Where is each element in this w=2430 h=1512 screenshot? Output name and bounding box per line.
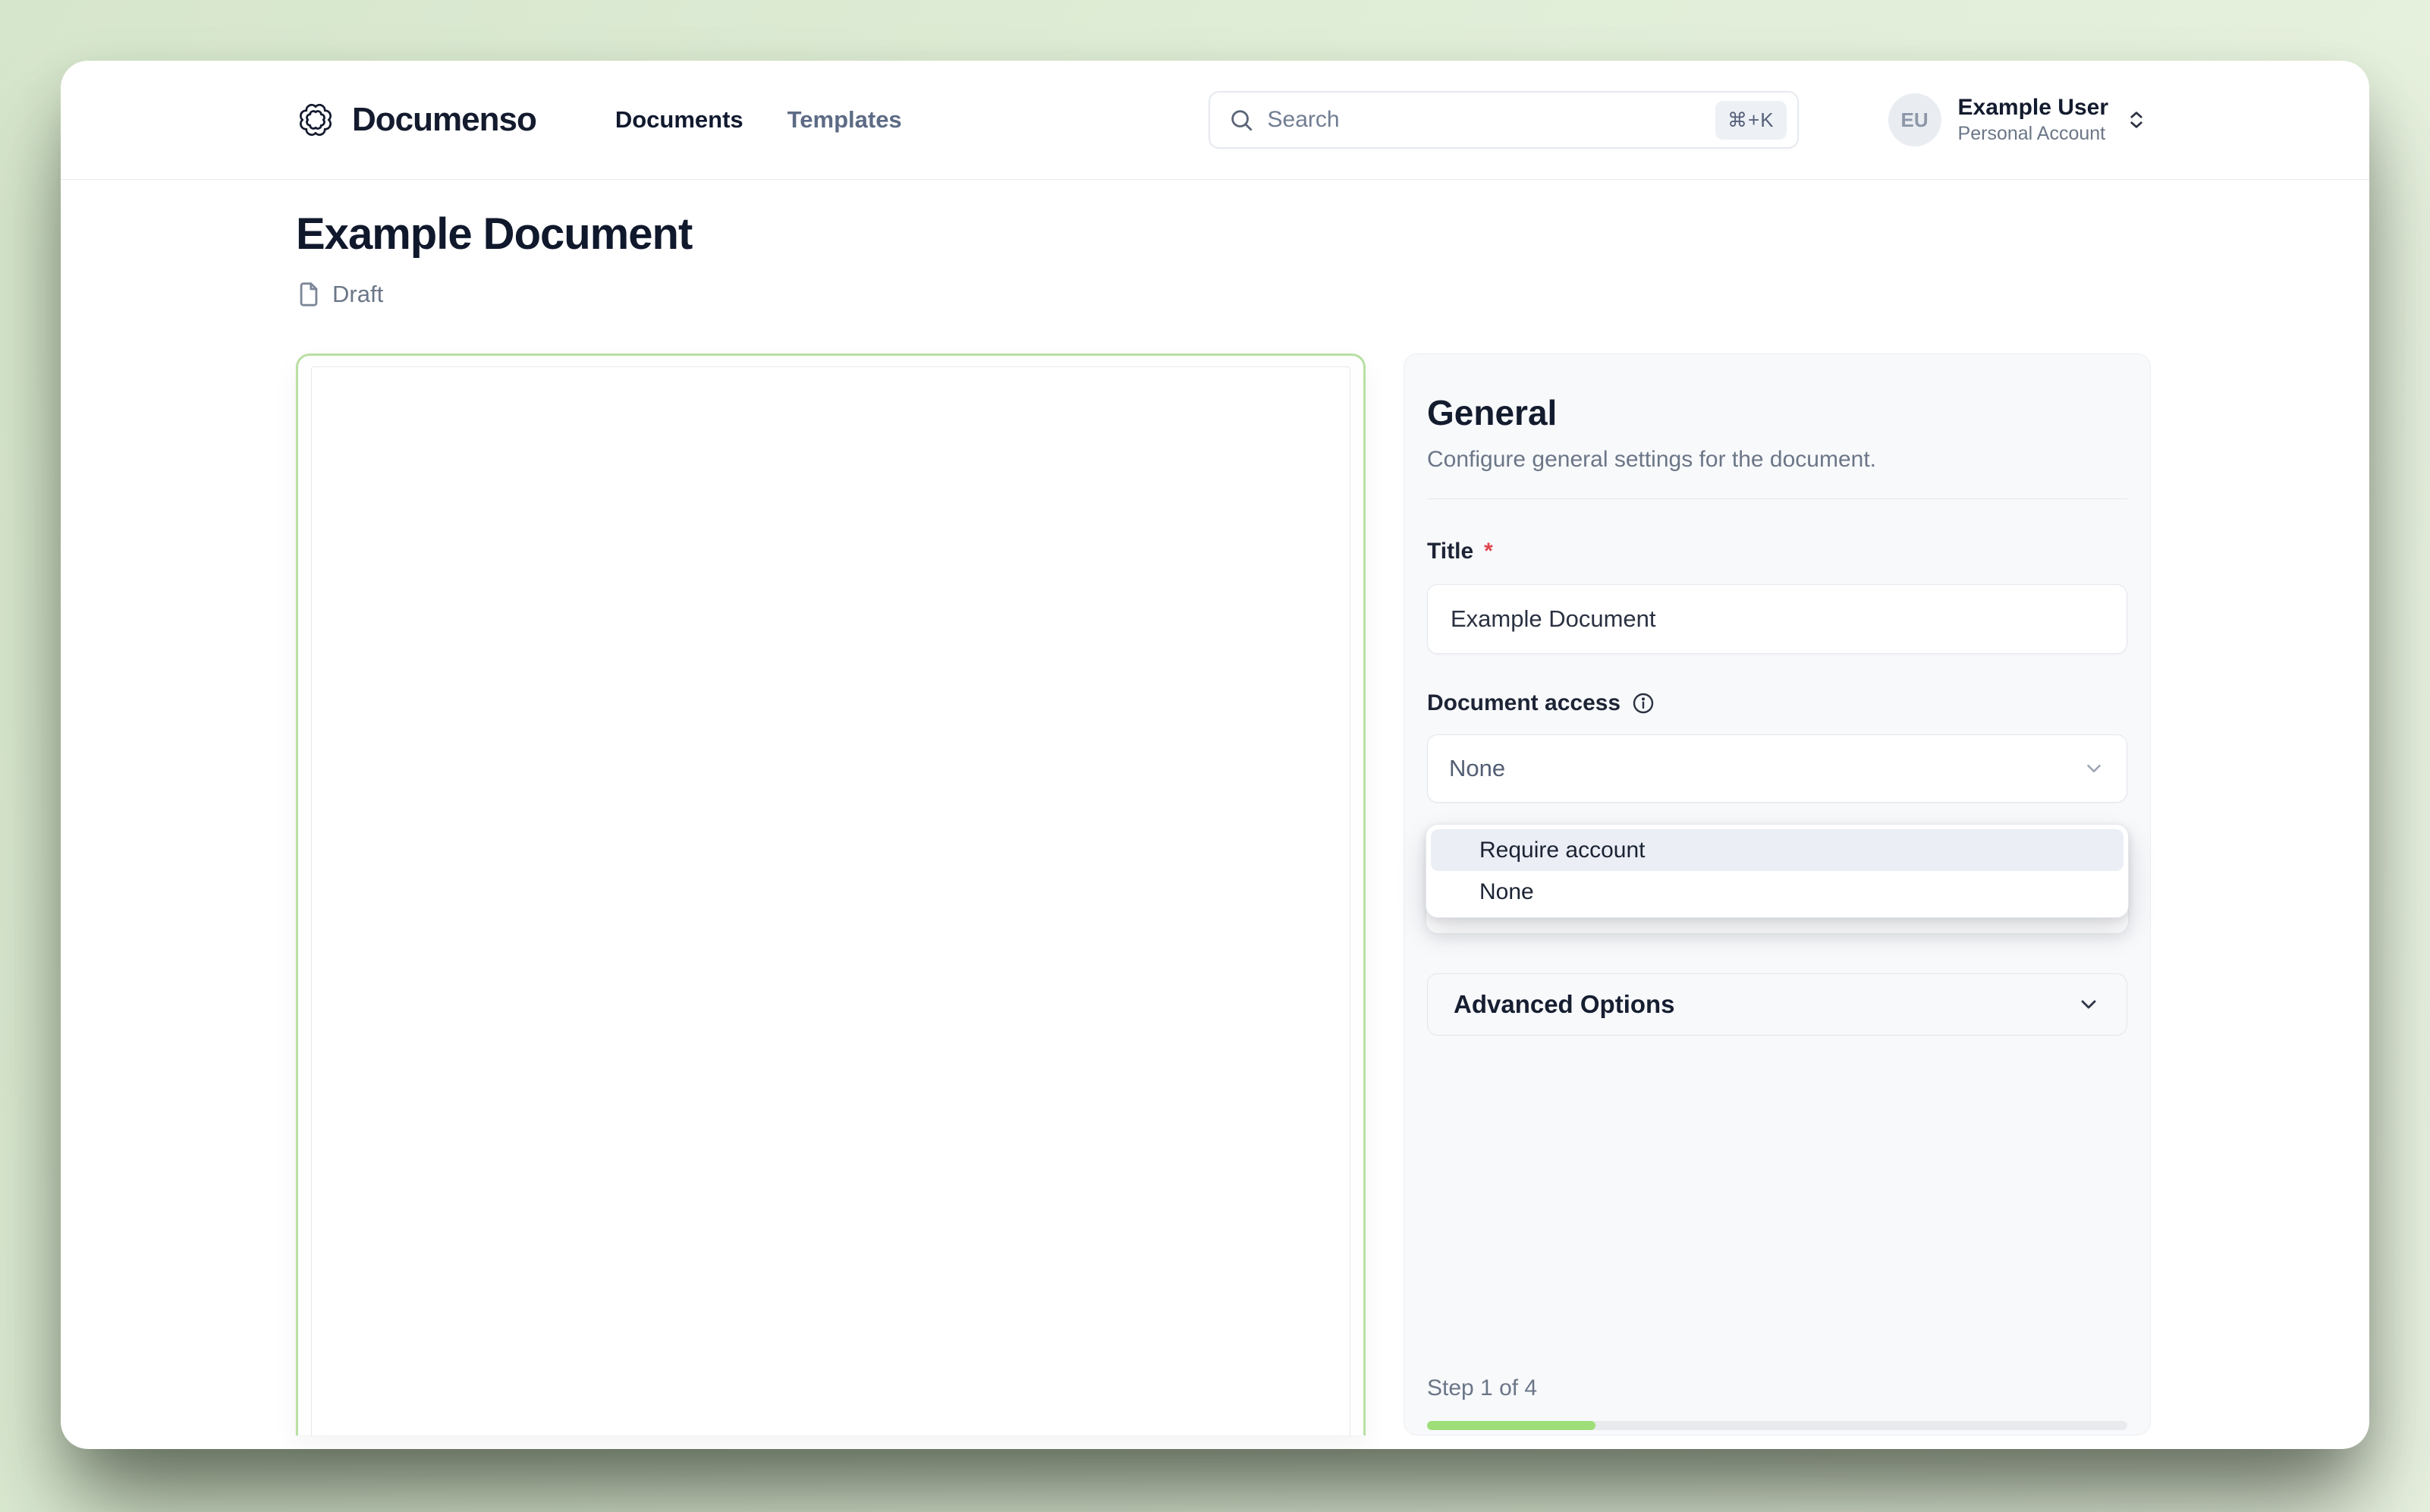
nav-link-templates[interactable]: Templates <box>787 106 902 134</box>
chevron-down-icon <box>2083 757 2105 780</box>
avatar: EU <box>1888 93 1941 146</box>
status-label: Draft <box>332 281 384 307</box>
progress-fill <box>1427 1421 1595 1430</box>
advanced-options-label: Advanced Options <box>1454 990 1675 1018</box>
search-shortcut-badge: ⌘+K <box>1715 100 1787 140</box>
user-name: Example User <box>1957 94 2108 120</box>
app-window: Documenso Documents Templates ⌘+K EU Exa… <box>61 61 2369 1449</box>
search-icon <box>1228 107 1254 133</box>
advanced-options-toggle[interactable]: Advanced Options <box>1427 973 2127 1036</box>
document-access-select[interactable]: None <box>1427 734 2127 803</box>
title-field-label: Title * <box>1427 539 1493 564</box>
user-account-type: Personal Account <box>1957 122 2106 144</box>
search-bar[interactable]: ⌘+K <box>1208 91 1799 149</box>
account-switcher[interactable]: EU Example User Personal Account <box>1888 93 2148 146</box>
page-title: Example Document <box>296 209 693 259</box>
document-preview-card <box>296 354 1366 1435</box>
info-icon[interactable] <box>1631 691 1655 715</box>
brand-logo[interactable]: Documenso <box>296 100 537 140</box>
chevron-down-icon <box>2076 992 2101 1017</box>
document-status: Draft <box>296 281 2151 308</box>
panel-footer: Step 1 of 4 <box>1427 1375 2127 1430</box>
main-row: General Configure general settings for t… <box>296 354 2151 1435</box>
search-input[interactable] <box>1267 107 1702 133</box>
step-indicator: Step 1 of 4 <box>1427 1375 1538 1400</box>
title-input[interactable] <box>1427 584 2127 654</box>
page-content: Example Document Draft General Configure… <box>61 180 2369 1449</box>
divider <box>1427 498 2127 499</box>
panel-description: Configure general settings for the docum… <box>1427 447 1877 472</box>
dropdown-option-require-account[interactable]: Require account <box>1431 829 2123 871</box>
chevrons-up-down-icon <box>2125 108 2148 131</box>
document-access-label: Document access <box>1427 690 2127 716</box>
document-access-value: None <box>1449 755 1506 781</box>
documenso-logo-icon <box>296 100 335 140</box>
general-settings-panel: General Configure general settings for t… <box>1404 354 2151 1435</box>
document-page <box>311 366 1350 1435</box>
file-icon <box>296 281 322 307</box>
top-navigation: Documenso Documents Templates ⌘+K EU Exa… <box>61 61 2369 180</box>
dropdown-option-none[interactable]: None <box>1431 871 2123 913</box>
document-access-dropdown: Require account None <box>1426 824 2129 918</box>
progress-bar <box>1427 1421 2127 1430</box>
required-marker: * <box>1484 539 1493 564</box>
nav-link-documents[interactable]: Documents <box>615 106 743 134</box>
brand-name: Documenso <box>352 101 537 138</box>
panel-heading: General <box>1427 393 1558 432</box>
nav-links: Documents Templates <box>615 106 902 134</box>
